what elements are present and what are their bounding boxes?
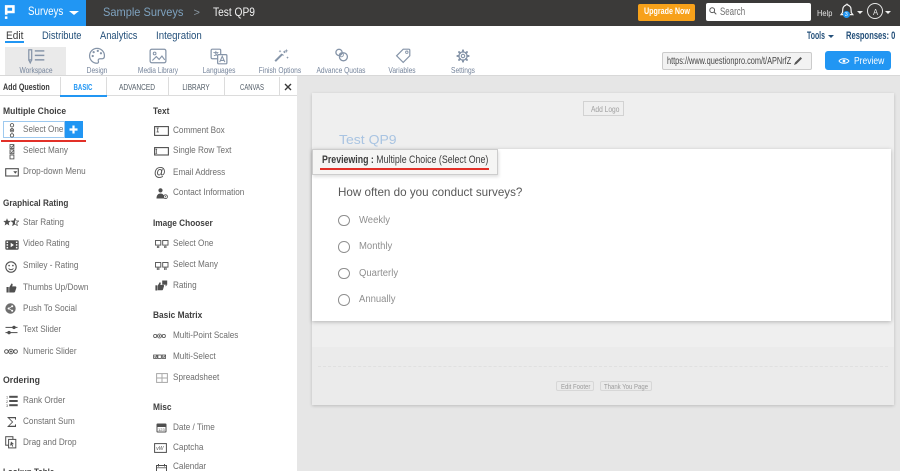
svg-text:3: 3 <box>6 404 8 407</box>
svg-text:vW: vW <box>157 446 166 452</box>
svg-text:123: 123 <box>158 427 165 432</box>
